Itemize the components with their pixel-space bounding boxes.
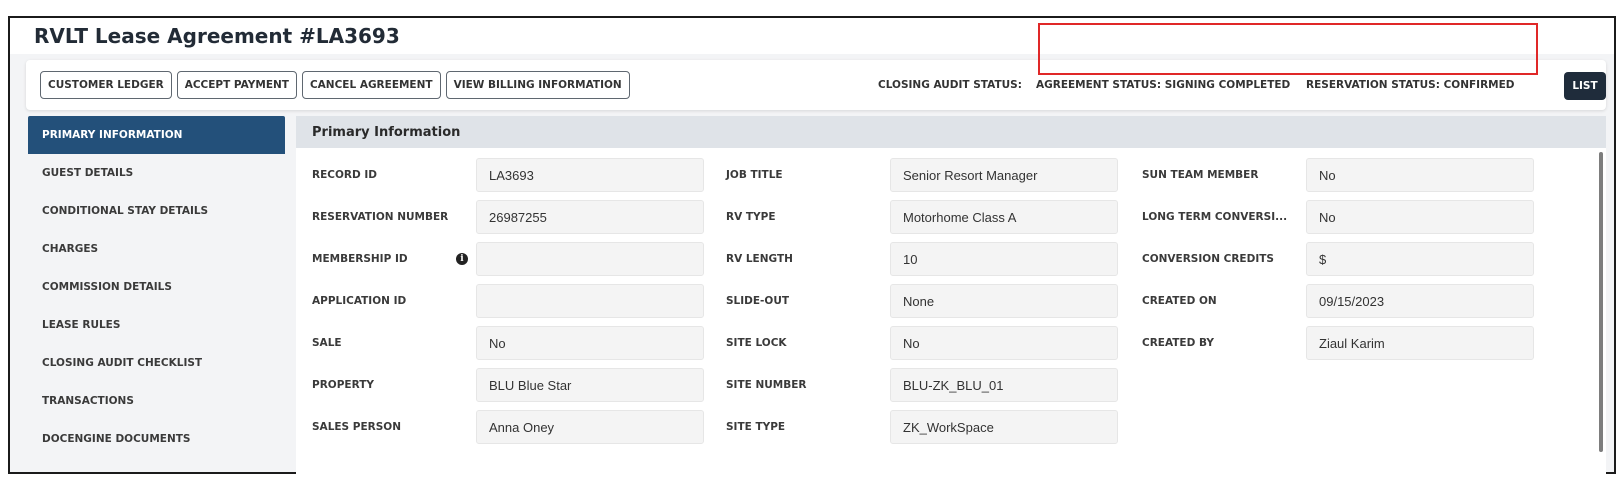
sun-team-member-field[interactable]: No	[1306, 158, 1534, 192]
site-type-field[interactable]: ZK_WorkSpace	[890, 410, 1118, 444]
created-by-field[interactable]: Ziaul Karim	[1306, 326, 1534, 360]
rv-type-field[interactable]: Motorhome Class A	[890, 200, 1118, 234]
panel-title: Primary Information	[296, 116, 1606, 148]
sidebar-item-primary-information[interactable]: PRIMARY INFORMATION	[28, 116, 285, 154]
view-billing-information-button[interactable]: VIEW BILLING INFORMATION	[445, 71, 630, 99]
sale-label: SALE	[312, 337, 342, 349]
closing-audit-status: CLOSING AUDIT STATUS:	[878, 79, 1022, 91]
sale-field[interactable]: No	[476, 326, 704, 360]
site-lock-field[interactable]: No	[890, 326, 1118, 360]
sidebar-item-conditional-stay-details[interactable]: CONDITIONAL STAY DETAILS	[28, 192, 285, 230]
app-window: RVLT Lease Agreement #LA3693 CUSTOMER LE…	[8, 16, 1616, 476]
sidebar-item-lease-rules[interactable]: LEASE RULES	[28, 306, 285, 344]
info-icon[interactable]: i	[456, 253, 468, 265]
accept-payment-button[interactable]: ACCEPT PAYMENT	[176, 71, 297, 99]
long-term-conversion-field[interactable]: No	[1306, 200, 1534, 234]
page-title: RVLT Lease Agreement #LA3693	[34, 24, 400, 48]
long-term-conversion-label: LONG TERM CONVERSI...	[1142, 211, 1288, 223]
sun-team-member-label: SUN TEAM MEMBER	[1142, 169, 1259, 181]
conversion-credits-label: CONVERSION CREDITS	[1142, 253, 1274, 265]
record-id-label: RECORD ID	[312, 169, 377, 181]
sales-person-field[interactable]: Anna Oney	[476, 410, 704, 444]
cancel-agreement-button[interactable]: CANCEL AGREEMENT	[301, 71, 441, 99]
rv-length-field[interactable]: 10	[890, 242, 1118, 276]
slide-out-label: SLIDE-OUT	[726, 295, 790, 307]
sidebar-item-docengine-documents[interactable]: DOCENGINE DOCUMENTS	[28, 420, 285, 458]
slide-out-field[interactable]: None	[890, 284, 1118, 318]
job-title-field[interactable]: Senior Resort Manager	[890, 158, 1118, 192]
sales-person-label: SALES PERSON	[312, 421, 401, 433]
site-lock-label: SITE LOCK	[726, 337, 787, 349]
application-id-field[interactable]	[476, 284, 704, 318]
created-on-label: CREATED ON	[1142, 295, 1217, 307]
list-button[interactable]: LIST	[1564, 72, 1606, 100]
sidebar-item-guest-details[interactable]: GUEST DETAILS	[28, 154, 285, 192]
sidebar-item-charges[interactable]: CHARGES	[28, 230, 285, 268]
site-number-field[interactable]: BLU-ZK_BLU_01	[890, 368, 1118, 402]
rv-length-label: RV LENGTH	[726, 253, 793, 265]
scrollbar-thumb[interactable]	[1599, 152, 1603, 452]
application-id-label: APPLICATION ID	[312, 295, 407, 307]
membership-id-field[interactable]	[476, 242, 704, 276]
created-by-label: CREATED BY	[1142, 337, 1215, 349]
site-number-label: SITE NUMBER	[726, 379, 807, 391]
rv-type-label: RV TYPE	[726, 211, 776, 223]
reservation-number-field[interactable]: 26987255	[476, 200, 704, 234]
conversion-credits-field[interactable]: $	[1306, 242, 1534, 276]
customer-ledger-button[interactable]: CUSTOMER LEDGER	[40, 71, 172, 99]
reservation-number-label: RESERVATION NUMBER	[312, 211, 449, 223]
job-title-label: JOB TITLE	[726, 169, 783, 181]
panel-scrollbar[interactable]	[1598, 148, 1606, 452]
primary-information-panel: Primary Information RECORD ID LA3693 RES…	[296, 116, 1606, 476]
created-on-field[interactable]: 09/15/2023	[1306, 284, 1534, 318]
record-id-field[interactable]: LA3693	[476, 158, 704, 192]
sidebar-item-commission-details[interactable]: COMMISSION DETAILS	[28, 268, 285, 306]
sidebar-item-closing-audit-checklist[interactable]: CLOSING AUDIT CHECKLIST	[28, 344, 285, 382]
membership-id-label: MEMBERSHIP ID	[312, 253, 408, 265]
property-field[interactable]: BLU Blue Star	[476, 368, 704, 402]
status-highlight-box	[1038, 23, 1538, 75]
property-label: PROPERTY	[312, 379, 374, 391]
sidebar-item-transactions[interactable]: TRANSACTIONS	[28, 382, 285, 420]
site-type-label: SITE TYPE	[726, 421, 786, 433]
section-sidebar: PRIMARY INFORMATION GUEST DETAILS CONDIT…	[28, 116, 285, 474]
